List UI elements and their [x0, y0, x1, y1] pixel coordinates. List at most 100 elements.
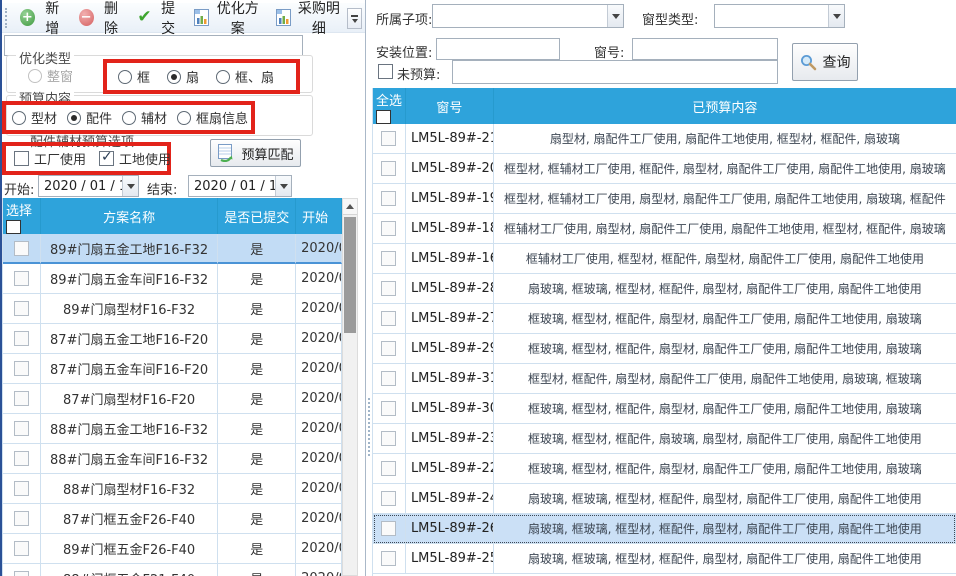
- window-type-label: 窗型类型:: [642, 9, 698, 28]
- start-date-cell: 2020/0: [296, 324, 342, 354]
- no-budget-input[interactable]: [452, 60, 778, 84]
- radio-icon: [122, 111, 136, 125]
- start-date-picker[interactable]: 2020 / 01 / 1: [38, 175, 139, 197]
- select-all-checkbox[interactable]: [376, 110, 391, 124]
- row-checkbox[interactable]: [14, 511, 29, 526]
- toolbar-overflow-button[interactable]: [347, 8, 362, 29]
- budget-match-button[interactable]: 预算匹配: [210, 139, 301, 167]
- row-checkbox[interactable]: [381, 221, 396, 236]
- plan-table-row[interactable]: 89#门扇五金车间F16-F32 是 2020/0: [3, 264, 342, 294]
- row-checkbox[interactable]: [381, 551, 396, 566]
- dropdown-button[interactable]: [122, 176, 138, 196]
- row-checkbox[interactable]: [381, 521, 396, 536]
- row-checkbox[interactable]: [381, 491, 396, 506]
- row-checkbox[interactable]: [381, 311, 396, 326]
- row-select-cell: [3, 414, 41, 444]
- query-button[interactable]: 查询: [792, 43, 858, 81]
- sub-item-label: 所属子项:: [376, 9, 432, 28]
- radio-option[interactable]: 框、扇: [216, 67, 274, 86]
- submitted-cell: 是: [218, 354, 296, 384]
- budget-table-row[interactable]: LM5L-89#-26F24 扇玻璃, 框玻璃, 框型材, 框配件, 扇型材, …: [373, 514, 956, 544]
- scrollbar-thumb[interactable]: [344, 217, 356, 333]
- plan-table-row[interactable]: 89#门扇五金工地F16-F32 是 2020/0: [3, 234, 342, 264]
- row-checkbox[interactable]: [14, 361, 29, 376]
- plan-table-row[interactable]: 87#门扇型材F16-F20 是 2020/0: [3, 384, 342, 414]
- budget-table-row[interactable]: LM5L-89#-23F21 框玻璃, 框型材, 框配件, 扇玻璃, 扇型材, …: [373, 424, 956, 454]
- checkbox-icon: [99, 151, 114, 166]
- radio-option[interactable]: 框: [118, 67, 150, 86]
- row-checkbox[interactable]: [381, 371, 396, 386]
- row-checkbox[interactable]: [14, 481, 29, 496]
- budget-table-row[interactable]: LM5L-89#-25F23 扇玻璃, 框玻璃, 框型材, 框配件, 扇型材, …: [373, 544, 956, 574]
- window-no-input[interactable]: [632, 38, 778, 60]
- budget-table-row[interactable]: LM5L-89#-27F25 框玻璃, 框型材, 框配件, 扇型材, 扇配件工厂…: [373, 304, 956, 334]
- purchase-detail-label: 采购明细: [296, 0, 342, 38]
- row-checkbox[interactable]: [381, 131, 396, 146]
- radio-option[interactable]: 框扇信息: [177, 108, 248, 127]
- row-checkbox[interactable]: [14, 331, 29, 346]
- checkbox-option[interactable]: 工厂使用: [14, 149, 86, 168]
- budget-table-row[interactable]: LM5L-89#-18F16 框辅材工厂使用, 扇型材, 扇配件工厂使用, 扇配…: [373, 214, 956, 244]
- row-checkbox[interactable]: [14, 541, 29, 556]
- budget-table-row[interactable]: LM5L-89#-22F20 框玻璃, 框型材, 框配件, 扇型材, 扇配件工厂…: [373, 454, 956, 484]
- dropdown-button[interactable]: [828, 5, 844, 27]
- plan-table-row[interactable]: 88#门扇五金工地F16-F32 是 2020/0: [3, 414, 342, 444]
- row-select-cell: [3, 264, 41, 294]
- budget-table-row[interactable]: LM5L-89#-20F18 框型材, 框辅材工厂使用, 框配件, 扇型材, 扇…: [373, 154, 956, 184]
- budget-match-label: 预算匹配: [241, 144, 293, 163]
- budget-table-row[interactable]: LM5L-89#-24F22 扇玻璃, 框玻璃, 框型材, 框配件, 扇型材, …: [373, 484, 956, 514]
- row-checkbox[interactable]: [14, 421, 29, 436]
- budget-table-row[interactable]: LM5L-89#-16F15 框辅材工厂使用, 框型材, 框配件, 扇型材, 扇…: [373, 244, 956, 274]
- plan-table-row[interactable]: 87#门扇五金工地F16-F20 是 2020/0: [3, 324, 342, 354]
- budget-table-row[interactable]: LM5L-89#-19F17 框型材, 框辅材工厂使用, 扇型材, 扇配件工厂使…: [373, 184, 956, 214]
- install-position-input[interactable]: [436, 38, 560, 60]
- dropdown-button[interactable]: [275, 176, 291, 196]
- plan-table-row[interactable]: 87#门扇五金车间F16-F20 是 2020/0: [3, 354, 342, 384]
- row-checkbox[interactable]: [381, 251, 396, 266]
- dropdown-button[interactable]: [607, 5, 623, 27]
- submitted-cell: 是: [218, 444, 296, 474]
- no-budget-checkbox[interactable]: [378, 64, 393, 79]
- budget-table-row[interactable]: LM5L-89#-30F28 框玻璃, 框型材, 框配件, 扇型材, 扇配件工厂…: [373, 394, 956, 424]
- window-type-select[interactable]: [714, 4, 845, 28]
- sub-item-select[interactable]: [432, 4, 624, 28]
- highlight-optimization-options: 框 扇 框、扇: [103, 59, 300, 94]
- plan-table-row[interactable]: 89#门框五金F26-F40 是 2020/0: [3, 534, 342, 564]
- row-checkbox[interactable]: [14, 271, 29, 286]
- submitted-cell: 是: [218, 234, 296, 264]
- row-checkbox[interactable]: [14, 301, 29, 316]
- plan-table-row[interactable]: 89#门扇型材F16-F32 是 2020/0: [3, 294, 342, 324]
- row-checkbox[interactable]: [381, 281, 396, 296]
- row-checkbox[interactable]: [14, 571, 29, 576]
- radio-option[interactable]: 扇: [167, 67, 199, 86]
- select-all-checkbox[interactable]: [6, 220, 21, 234]
- end-date-picker[interactable]: 2020 / 01 / 13: [188, 175, 292, 197]
- row-checkbox[interactable]: [14, 241, 29, 256]
- budget-table-row[interactable]: LM5L-89#-29F27 框玻璃, 框型材, 框配件, 扇型材, 扇配件工厂…: [373, 334, 956, 364]
- budget-table-row[interactable]: LM5L-89#-31F29 框型材, 框配件, 扇型材, 扇配件工厂使用, 扇…: [373, 364, 956, 394]
- radio-option[interactable]: 配件: [67, 108, 112, 127]
- budget-table-row[interactable]: LM5L-89#-21F19 扇型材, 扇配件工厂使用, 扇配件工地使用, 框型…: [373, 124, 956, 154]
- plan-table-row[interactable]: 87#门框五金F26-F40 是 2020/0: [3, 504, 342, 534]
- radio-option[interactable]: 型材: [12, 108, 57, 127]
- plan-table-row[interactable]: 88#门扇五金车间F16-F32 是 2020/0: [3, 444, 342, 474]
- row-checkbox[interactable]: [14, 451, 29, 466]
- window-no-cell: LM5L-89#-23F21: [406, 424, 494, 454]
- budget-table-row[interactable]: LM5L-89#-28F26 扇玻璃, 框玻璃, 框型材, 框配件, 扇型材, …: [373, 274, 956, 304]
- row-checkbox[interactable]: [14, 391, 29, 406]
- plan-table: 选择 方案名称 是否已提交 开始 89#门扇五金工地F16-F32 是 2020…: [2, 198, 342, 576]
- scrollbar-up-button[interactable]: [343, 199, 357, 215]
- submitted-column-header: 是否已提交: [218, 198, 296, 234]
- row-checkbox[interactable]: [381, 401, 396, 416]
- select-column-header: 选择: [3, 198, 41, 234]
- row-checkbox[interactable]: [381, 431, 396, 446]
- row-checkbox[interactable]: [381, 191, 396, 206]
- row-checkbox[interactable]: [381, 161, 396, 176]
- plan-table-row[interactable]: 88#门框五金F21-F40 是 2020/0: [3, 564, 342, 576]
- row-checkbox[interactable]: [381, 341, 396, 356]
- radio-option[interactable]: 辅材: [122, 108, 167, 127]
- row-checkbox[interactable]: [381, 461, 396, 476]
- checkbox-option[interactable]: 工地使用: [99, 149, 171, 168]
- plan-table-scrollbar[interactable]: [342, 198, 358, 576]
- plan-table-row[interactable]: 88#门扇型材F16-F32 是 2020/0: [3, 474, 342, 504]
